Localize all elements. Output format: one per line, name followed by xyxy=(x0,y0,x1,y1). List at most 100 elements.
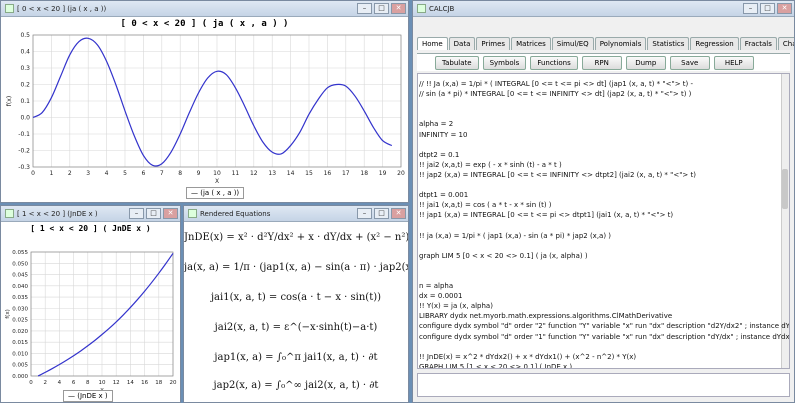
minimize-icon[interactable]: – xyxy=(357,3,372,14)
window-title: [ 1 < x < 20 ] (JnDE x ) xyxy=(17,209,98,218)
equation-jnde: JnDE(x) = x² · d²Y/dx² + x · dY/dx + (x²… xyxy=(184,232,409,243)
rendered-equations-window: Rendered Equations – □ ✕ JnDE(x) = x² · … xyxy=(183,205,409,403)
plot-window-jnde-titlebar[interactable]: [ 1 < x < 20 ] (JnDE x ) – □ ✕ xyxy=(1,206,180,222)
equations-body: JnDE(x) = x² · d²Y/dx² + x · dY/dx + (x²… xyxy=(184,222,408,402)
x-tick-label: 9 xyxy=(197,170,201,177)
close-icon[interactable]: ✕ xyxy=(777,3,792,14)
legend-entry: — (ja ( x , a )) xyxy=(191,189,240,197)
app-icon xyxy=(5,209,14,218)
tab-home[interactable]: Home xyxy=(417,37,448,50)
minimize-icon[interactable]: – xyxy=(129,208,144,219)
editor-line: alpha = 2 xyxy=(419,120,454,129)
maximize-icon[interactable]: □ xyxy=(146,208,161,219)
y-tick-label: 0.035 xyxy=(12,295,28,301)
editor-line: !! JnDE(x) = x^2 * dYdx2() + x * dYdx1()… xyxy=(419,352,637,361)
tab-charts[interactable]: Charts xyxy=(777,37,794,50)
minimize-icon[interactable]: – xyxy=(743,3,758,14)
y-tick-label: 0.4 xyxy=(20,49,30,56)
app-icon xyxy=(5,4,14,13)
plot-area-jnde: [ 1 < x < 20 ] ( JnDE x ) 0.000 0.005 0.01… xyxy=(1,222,180,402)
tab-matrices[interactable]: Matrices xyxy=(511,37,551,50)
y-axis-label: f(x) xyxy=(5,309,11,318)
tab-bar: Home Data Primes Matrices Simul/EQ Polyn… xyxy=(417,37,794,50)
chart-title: [ 1 < x < 20 ] ( JnDE x ) xyxy=(30,224,151,233)
x-tick-label: 3 xyxy=(86,170,90,177)
help-button[interactable]: HELP xyxy=(713,56,754,70)
x-tick-label: 8 xyxy=(86,380,90,386)
x-tick-label: 18 xyxy=(155,380,162,386)
equations-titlebar[interactable]: Rendered Equations – □ ✕ xyxy=(184,206,408,222)
x-tick-label: 14 xyxy=(287,170,295,177)
jnde-chart: 0.000 0.005 0.010 0.015 0.020 0.025 0.030 0.035… xyxy=(5,250,177,394)
tab-fractals[interactable]: Fractals xyxy=(739,37,777,50)
tab-polynomials[interactable]: Polynomials xyxy=(594,37,647,50)
x-tick-label: 4 xyxy=(58,380,62,386)
y-tick-label: 0.1 xyxy=(20,98,30,105)
editor-line: !! jai1 (x,a,t) = cos ( a * t - x * sin … xyxy=(419,201,552,210)
y-axis-label: f(x) xyxy=(6,96,13,106)
x-axis-label: X xyxy=(215,178,219,185)
editor-line: graph LIM 5 [0 < x < 20 <> 0.1] ( ja (x,… xyxy=(419,251,588,260)
maximize-icon[interactable]: □ xyxy=(374,3,389,14)
functions-button[interactable]: Functions xyxy=(530,56,578,70)
save-button[interactable]: Save xyxy=(669,56,710,70)
close-icon[interactable]: ✕ xyxy=(163,208,178,219)
x-tick-label: 10 xyxy=(99,380,106,386)
x-tick-label: 20 xyxy=(170,380,177,386)
close-icon[interactable]: ✕ xyxy=(391,208,406,219)
x-tick-label: 12 xyxy=(113,380,120,386)
rpn-button[interactable]: RPN xyxy=(581,56,622,70)
window-title: [ 0 < x < 20 ] (ja ( x , a )) xyxy=(17,4,107,13)
app-icon xyxy=(417,4,426,13)
calcjb-titlebar[interactable]: CALCJB – □ ✕ xyxy=(413,1,794,17)
editor-line: dtpt1 = 0.001 xyxy=(419,191,469,200)
x-tick-label: 2 xyxy=(43,380,47,386)
tab-primes[interactable]: Primes xyxy=(476,37,511,50)
calcjb-window: CALCJB – □ ✕ Home Data Primes Matrices S… xyxy=(412,0,795,403)
x-tick-label: 7 xyxy=(160,170,164,177)
x-tick-label: 19 xyxy=(379,170,387,177)
series-line xyxy=(32,37,393,167)
dump-button[interactable]: Dump xyxy=(625,56,666,70)
x-tick-label: 5 xyxy=(123,170,127,177)
symbols-button[interactable]: Symbols xyxy=(482,56,527,70)
x-tick-label: 20 xyxy=(397,170,405,177)
minimize-icon[interactable]: – xyxy=(357,208,372,219)
y-tick-label: 0.015 xyxy=(12,340,28,346)
x-tick-label: 14 xyxy=(127,380,134,386)
y-tick-label: 0.025 xyxy=(12,318,28,324)
x-tick-label: 1 xyxy=(49,170,53,177)
tabulate-button[interactable]: Tabulate xyxy=(435,56,479,70)
editor-line: n = alpha xyxy=(419,282,454,290)
close-icon[interactable]: ✕ xyxy=(391,3,406,14)
scrollbar-thumb[interactable] xyxy=(782,169,788,209)
x-tick-label: 17 xyxy=(342,170,350,177)
editor-line: dx = 0.0001 xyxy=(419,292,463,301)
maximize-icon[interactable]: □ xyxy=(760,3,775,14)
tab-statistics[interactable]: Statistics xyxy=(647,37,690,50)
y-tick-label: 0.010 xyxy=(12,351,28,357)
y-tick-label: 0.020 xyxy=(12,329,28,335)
legend-entry: — (JnDE x ) xyxy=(68,392,108,400)
editor-line: GRAPH LIM 5 [1 < x < 20 <> 0.1] ( JnDE x… xyxy=(419,362,573,369)
y-tick-label: 0.0 xyxy=(20,115,30,122)
x-tick-label: 16 xyxy=(324,170,332,177)
tab-simul-eq[interactable]: Simul/EQ xyxy=(551,37,594,50)
plot-window-ja: [ 0 < x < 20 ] (ja ( x , a )) – □ ✕ [ 0 … xyxy=(0,0,409,203)
y-tick-label: -0.1 xyxy=(18,131,30,138)
tab-regression[interactable]: Regression xyxy=(690,37,739,50)
editor-line: configure dydx symbol "d" order "2" func… xyxy=(419,322,790,331)
maximize-icon[interactable]: □ xyxy=(374,208,389,219)
script-editor[interactable]: // !! Ja (x,a) = 1/pi * ( INTEGRAL [0 <=… xyxy=(417,73,790,369)
output-panel[interactable] xyxy=(417,373,790,397)
plot-window-ja-titlebar[interactable]: [ 0 < x < 20 ] (ja ( x , a )) – □ ✕ xyxy=(1,1,408,17)
y-tick-label: 0.040 xyxy=(12,284,28,290)
x-tick-label: 18 xyxy=(360,170,368,177)
x-tick-label: 4 xyxy=(105,170,109,177)
plot-area-ja: [ 0 < x < 20 ] ( ja ( x , a ) ) -0.3 -0.2… xyxy=(1,17,408,202)
tab-data[interactable]: Data xyxy=(448,37,476,50)
x-tick-label: 13 xyxy=(268,170,276,177)
x-tick-label: 8 xyxy=(178,170,182,177)
y-tick-label: -0.2 xyxy=(18,148,30,155)
y-tick-label: -0.3 xyxy=(18,164,30,171)
